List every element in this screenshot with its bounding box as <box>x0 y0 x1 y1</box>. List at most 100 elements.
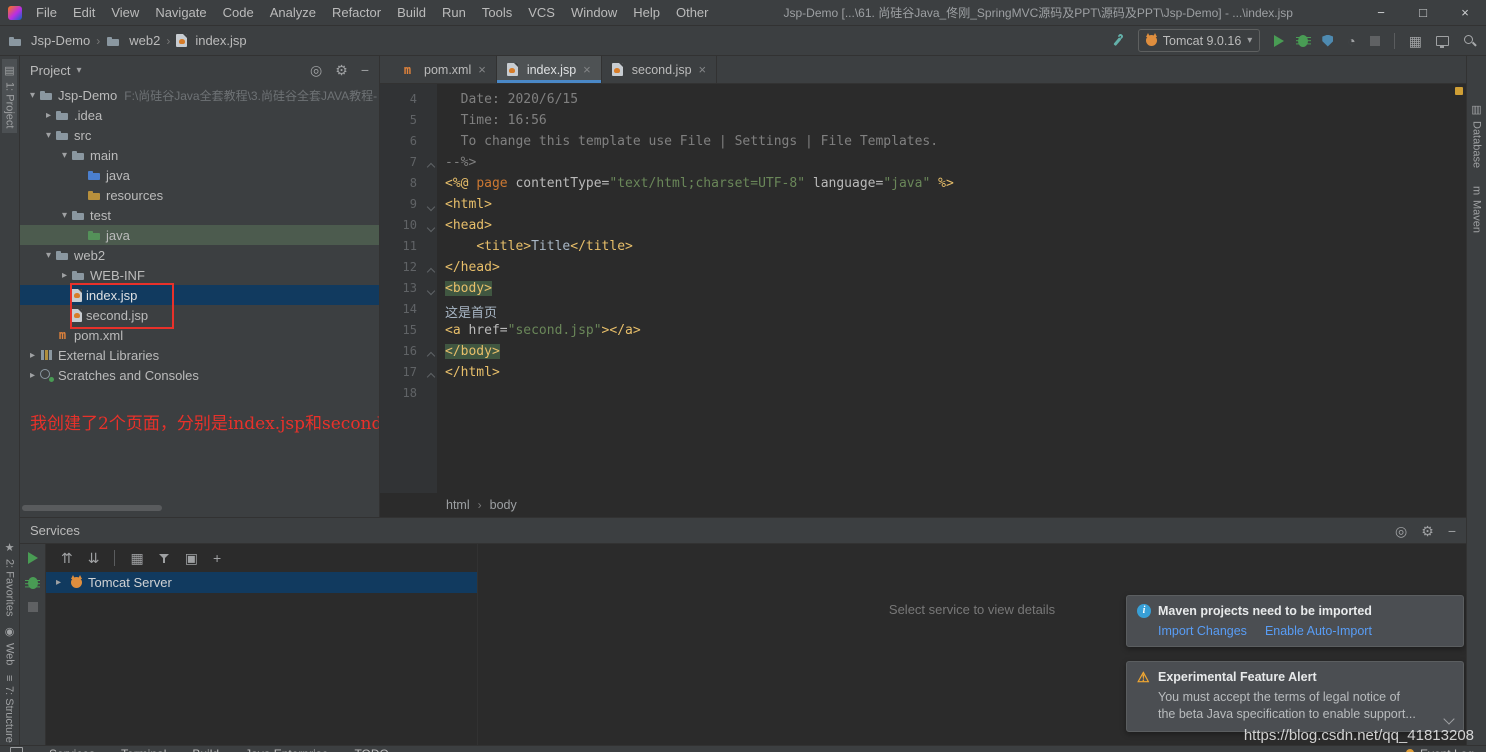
close-button[interactable]: × <box>1444 0 1486 25</box>
run-config-selector[interactable]: Tomcat 9.0.16 ▾ <box>1138 29 1261 52</box>
chevron-down-icon[interactable]: ▾ <box>76 65 81 76</box>
fold-start-icon[interactable] <box>427 203 435 211</box>
chevron-down-icon[interactable]: ▾ <box>42 250 55 261</box>
menu-build[interactable]: Build <box>389 5 434 20</box>
tomcat-server-node[interactable]: ▸ Tomcat Server <box>46 572 477 593</box>
tree-item-resources[interactable]: resources <box>20 185 379 205</box>
stop-button[interactable] <box>1370 36 1380 46</box>
breadcrumb-body[interactable]: body <box>490 498 517 512</box>
statusbar-tab-java-enterprise[interactable]: Java Enterprise <box>245 747 328 752</box>
statusbar-tab-todo[interactable]: TODO <box>354 747 388 752</box>
fold-end-icon[interactable] <box>427 352 435 360</box>
tool-windows-button[interactable] <box>10 747 23 752</box>
menu-refactor[interactable]: Refactor <box>324 5 389 20</box>
tree-item-web2[interactable]: ▾web2 <box>20 245 379 265</box>
breadcrumb-item-index-jsp[interactable]: index.jsp <box>176 33 246 48</box>
run-button[interactable] <box>1274 35 1284 47</box>
menu-file[interactable]: File <box>28 5 65 20</box>
horizontal-scrollbar[interactable] <box>22 505 162 511</box>
stripe-button-maven[interactable]: mMaven <box>1471 186 1483 233</box>
tree-item-scratches-and-consoles[interactable]: ▸Scratches and Consoles <box>20 365 379 385</box>
statusbar-tab-services[interactable]: Services <box>49 747 95 752</box>
tool-windows-button[interactable] <box>1436 36 1449 46</box>
tab-pom-xml[interactable]: mpom.xml× <box>390 56 497 83</box>
add-service-icon[interactable]: + <box>213 551 221 565</box>
event-log-button[interactable]: Event Log <box>1406 747 1474 752</box>
close-icon[interactable]: × <box>583 62 591 77</box>
maximize-button[interactable]: □ <box>1402 0 1444 25</box>
close-icon[interactable]: × <box>699 62 707 77</box>
panel-title[interactable]: Project <box>30 63 70 78</box>
tab-second-jsp[interactable]: second.jsp× <box>602 56 717 83</box>
locate-file-button[interactable]: ◎ <box>1395 524 1407 538</box>
menu-other[interactable]: Other <box>668 5 717 20</box>
menu-help[interactable]: Help <box>625 5 668 20</box>
chevron-down-icon[interactable]: ▾ <box>58 150 71 161</box>
tree-item-java[interactable]: java <box>20 165 379 185</box>
menu-edit[interactable]: Edit <box>65 5 103 20</box>
tree-item-java[interactable]: java <box>20 225 379 245</box>
debug-button[interactable] <box>28 577 38 589</box>
breadcrumb-html[interactable]: html <box>446 498 470 512</box>
tree-item-main[interactable]: ▾main <box>20 145 379 165</box>
breadcrumb-item-web2[interactable]: web2 <box>106 33 160 48</box>
inspection-indicator[interactable] <box>1455 87 1463 95</box>
stripe-button-database[interactable]: ▥Database <box>1470 103 1483 168</box>
menu-tools[interactable]: Tools <box>474 5 520 20</box>
build-hammer-icon[interactable] <box>1111 34 1124 47</box>
chevron-down-icon[interactable]: ▾ <box>42 130 55 141</box>
stripe-button-web[interactable]: ◉Web <box>3 625 16 665</box>
settings-gear-icon[interactable]: ⚙ <box>1421 524 1434 538</box>
hide-panel-button[interactable]: − <box>1448 524 1456 538</box>
tree-item-jsp-demo[interactable]: ▾Jsp-DemoF:\尚硅谷Java全套教程\3.尚硅谷全套JAVA教程- <box>20 85 379 105</box>
stripe-button-2-favorites[interactable]: ★2: Favorites <box>3 541 16 616</box>
fold-end-icon[interactable] <box>427 268 435 276</box>
search-everywhere-button[interactable] <box>1463 34 1476 47</box>
coverage-button[interactable] <box>1322 35 1333 47</box>
locate-file-button[interactable]: ◎ <box>310 63 322 77</box>
tree-item-test[interactable]: ▾test <box>20 205 379 225</box>
show-in-window-icon[interactable]: ▣ <box>185 551 198 565</box>
menu-view[interactable]: View <box>103 5 147 20</box>
scroll-to-top-icon[interactable]: ⇈ <box>61 551 73 565</box>
chevron-right-icon[interactable]: ▸ <box>52 577 65 588</box>
hide-panel-button[interactable]: − <box>361 63 369 77</box>
menu-window[interactable]: Window <box>563 5 625 20</box>
menu-vcs[interactable]: VCS <box>520 5 563 20</box>
debug-button[interactable] <box>1298 35 1308 47</box>
menu-run[interactable]: Run <box>434 5 474 20</box>
filter-icon[interactable] <box>159 553 170 564</box>
scroll-to-bottom-icon[interactable]: ⇊ <box>88 551 100 565</box>
chevron-down-icon[interactable]: ▾ <box>58 210 71 221</box>
chevron-right-icon[interactable]: ▸ <box>26 370 39 381</box>
stop-button[interactable] <box>28 602 38 612</box>
run-button[interactable] <box>28 552 38 564</box>
menu-code[interactable]: Code <box>215 5 262 20</box>
fold-start-icon[interactable] <box>427 287 435 295</box>
tree-item-idea[interactable]: ▸.idea <box>20 105 379 125</box>
editor-code[interactable]: User: 16153 Date: 2020/6/15 Time: 16:56 … <box>437 84 1466 493</box>
statusbar-tab-terminal[interactable]: Terminal <box>121 747 166 752</box>
tree-item-external-libraries[interactable]: ▸External Libraries <box>20 345 379 365</box>
fold-end-icon[interactable] <box>427 373 435 381</box>
chevron-right-icon[interactable]: ▸ <box>42 110 55 121</box>
minimize-button[interactable]: − <box>1360 0 1402 25</box>
fold-start-icon[interactable] <box>427 224 435 232</box>
editor[interactable]: 3456789101112131415161718 User: 16153 Da… <box>380 84 1466 493</box>
profiler-button[interactable]: ◔ <box>1347 34 1355 48</box>
statusbar-tab-build[interactable]: Build <box>192 747 219 752</box>
menu-analyze[interactable]: Analyze <box>262 5 324 20</box>
stripe-button-7-structure[interactable]: ≡7: Structure <box>3 675 15 743</box>
breadcrumb-item-jsp-demo[interactable]: Jsp-Demo <box>8 33 90 48</box>
settings-gear-icon[interactable]: ⚙ <box>335 63 348 77</box>
menu-navigate[interactable]: Navigate <box>147 5 214 20</box>
group-by-icon[interactable]: ▦ <box>130 551 143 565</box>
stripe-button-1-project[interactable]: ▤1: Project <box>2 59 17 133</box>
tree-item-src[interactable]: ▾src <box>20 125 379 145</box>
tab-index-jsp[interactable]: index.jsp× <box>497 56 602 83</box>
close-icon[interactable]: × <box>478 62 486 77</box>
layout-button[interactable]: ▦ <box>1409 34 1422 48</box>
chevron-down-icon[interactable]: ▾ <box>26 90 39 101</box>
tree-item-web-inf[interactable]: ▸WEB-INF <box>20 265 379 285</box>
chevron-right-icon[interactable]: ▸ <box>58 270 71 281</box>
